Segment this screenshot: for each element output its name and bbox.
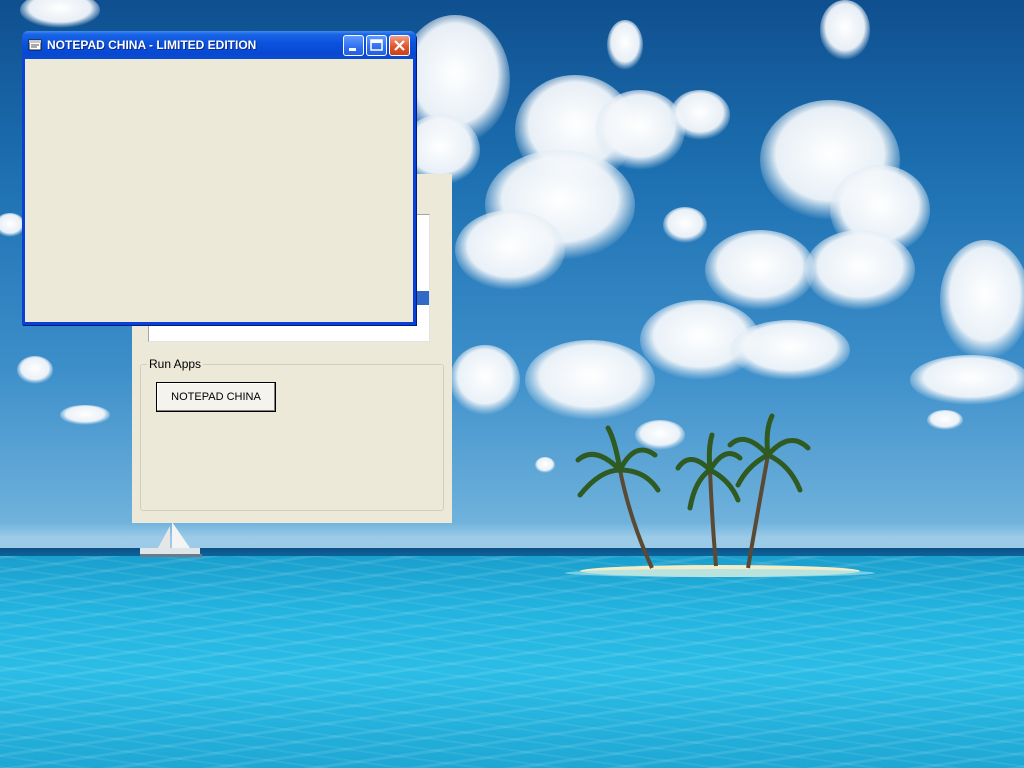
- window-title: NOTEPAD CHINA - LIMITED EDITION: [47, 38, 257, 52]
- close-button[interactable]: [389, 35, 410, 56]
- maximize-button[interactable]: [366, 35, 387, 56]
- title-bar[interactable]: NOTEPAD CHINA - LIMITED EDITION: [22, 31, 416, 59]
- run-apps-groupbox: Run Apps NOTEPAD CHINA: [140, 357, 444, 511]
- window-client-area: [25, 59, 413, 322]
- minimize-button[interactable]: [343, 35, 364, 56]
- run-apps-label: Run Apps: [147, 357, 204, 371]
- close-icon: [394, 40, 405, 51]
- maximize-icon: [370, 39, 383, 51]
- notepad-china-window: NOTEPAD CHINA - LIMITED EDITION: [22, 31, 416, 325]
- notepad-china-button[interactable]: NOTEPAD CHINA: [156, 382, 276, 412]
- minimize-icon: [349, 48, 356, 51]
- notepad-app-icon[interactable]: [28, 39, 42, 51]
